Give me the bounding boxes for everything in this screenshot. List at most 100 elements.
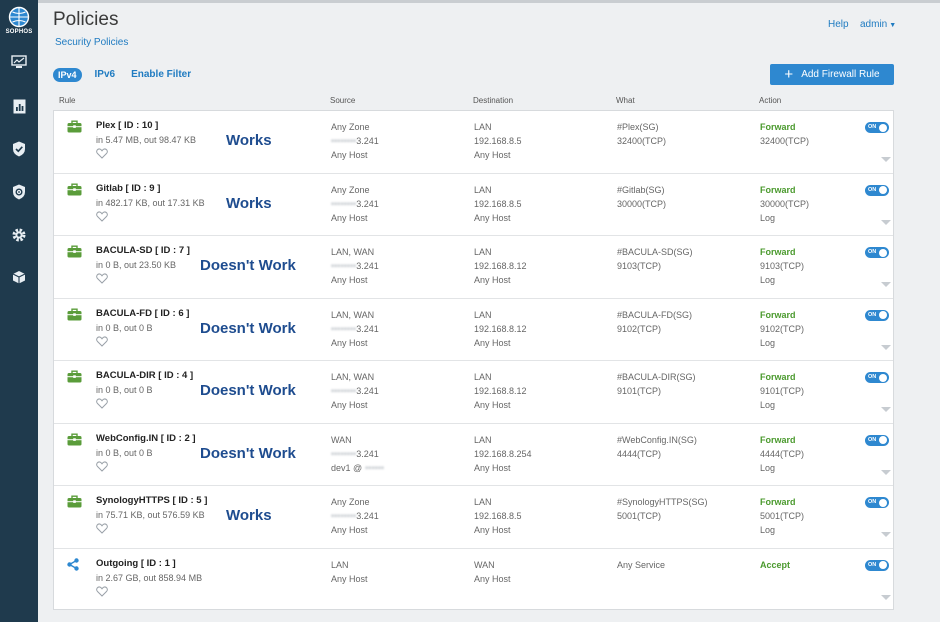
rule-status-annotation: Works — [226, 507, 272, 524]
expand-row-icon[interactable] — [881, 219, 891, 225]
briefcase-icon[interactable] — [67, 495, 82, 513]
rule-status-annotation: Doesn't Work — [200, 319, 296, 337]
destination-line: 192.168.8.5 — [474, 511, 522, 521]
rule-enabled-toggle[interactable]: ON — [865, 559, 889, 571]
rule-name[interactable]: WebConfig.IN [ ID : 2 ] — [96, 433, 196, 444]
rule-traffic: in 0 B, out 23.50 KB — [96, 260, 177, 270]
column-header-what[interactable]: What — [616, 96, 635, 105]
heart-icon[interactable] — [96, 210, 108, 222]
rule-traffic: in 0 B, out 0 B — [96, 322, 153, 333]
shield-gear-icon — [13, 184, 25, 200]
rule-enabled-toggle[interactable]: ON — [865, 247, 889, 258]
rule-row[interactable]: WebConfig.IN [ ID : 2 ] in 0 B, out 0 B … — [54, 424, 893, 486]
rule-name[interactable]: BACULA-SD [ ID : 7 ] — [96, 245, 190, 256]
help-link[interactable]: Help — [828, 19, 849, 30]
column-header-destination[interactable]: Destination — [473, 96, 513, 105]
sophos-logo[interactable]: SOPHOS — [0, 6, 38, 42]
briefcase-icon[interactable] — [67, 370, 82, 388]
sidebar-item-packages[interactable] — [0, 263, 38, 291]
page-title: Policies — [53, 9, 119, 30]
briefcase-icon[interactable] — [67, 120, 82, 138]
expand-row-icon[interactable] — [881, 407, 891, 412]
heart-icon[interactable] — [96, 460, 108, 472]
briefcase-icon[interactable] — [67, 308, 82, 326]
source-line: ••••••••3.241 — [331, 384, 379, 398]
redacted-text: •••••••• — [331, 136, 357, 146]
briefcase-icon[interactable] — [67, 245, 82, 263]
what-line: #Gitlab(SG) — [617, 184, 665, 195]
expand-row-icon[interactable] — [881, 594, 891, 600]
rule-enabled-toggle[interactable]: ON — [865, 122, 889, 133]
rule-name[interactable]: BACULA-DIR [ ID : 4 ] — [96, 370, 193, 381]
rule-action: Forward 9102(TCP) Log — [760, 308, 804, 350]
heart-icon[interactable] — [96, 585, 108, 597]
expand-row-icon[interactable] — [881, 157, 891, 162]
toggle-knob — [879, 248, 887, 257]
rule-row[interactable]: Plex [ ID : 10 ] in 5.47 MB, out 98.47 K… — [54, 111, 893, 174]
toggle-knob — [879, 373, 887, 382]
rule-row[interactable]: Gitlab [ ID : 9 ] in 482.17 KB, out 17.3… — [54, 174, 893, 236]
rule-name[interactable]: Plex [ ID : 10 ] — [96, 120, 158, 131]
action-line: Forward — [760, 247, 796, 257]
expand-row-icon[interactable] — [881, 532, 891, 537]
rule-source: Any Zone ••••••••3.241 Any Host — [331, 120, 379, 162]
rule-name[interactable]: Outgoing [ ID : 1 ] — [96, 558, 176, 569]
sidebar-item-monitor[interactable] — [0, 48, 38, 76]
what-line: #BACULA-SD(SG) — [617, 247, 693, 257]
destination-line: 192.168.8.12 — [474, 261, 527, 271]
rule-row[interactable]: BACULA-DIR [ ID : 4 ] in 0 B, out 0 B Do… — [54, 361, 893, 424]
heart-icon[interactable] — [96, 273, 108, 284]
briefcase-icon[interactable] — [67, 433, 82, 451]
rule-enabled-toggle[interactable]: ON — [865, 184, 889, 196]
what-line: 9102(TCP) — [617, 323, 662, 334]
column-header-source[interactable]: Source — [330, 96, 355, 105]
rule-enabled-toggle[interactable]: ON — [865, 497, 889, 508]
what-line: 30000(TCP) — [617, 198, 667, 209]
admin-menu[interactable]: admin ▼ — [860, 19, 896, 30]
destination-line: WAN — [474, 559, 495, 570]
column-header-rule[interactable]: Rule — [59, 96, 75, 105]
rule-enabled-toggle[interactable]: ON — [865, 434, 889, 446]
source-line: Any Host — [331, 573, 368, 584]
rule-name[interactable]: BACULA-FD [ ID : 6 ] — [96, 308, 189, 319]
heart-icon[interactable] — [96, 523, 108, 534]
toggle-label: ON — [868, 561, 877, 568]
sidebar-item-configure[interactable] — [0, 178, 38, 206]
rule-name[interactable]: Gitlab [ ID : 9 ] — [96, 183, 160, 194]
breadcrumb[interactable]: Security Policies — [55, 37, 128, 48]
rule-row[interactable]: Outgoing [ ID : 1 ] in 2.67 GB, out 858.… — [54, 549, 893, 612]
share-icon[interactable] — [67, 557, 79, 576]
heart-icon[interactable] — [96, 148, 108, 159]
tab-ipv6[interactable]: IPv6 — [95, 69, 116, 80]
expand-row-icon[interactable] — [881, 469, 891, 475]
redacted-text: •••••••• — [331, 511, 357, 521]
action-line: Forward — [760, 309, 796, 320]
sidebar-item-system[interactable] — [0, 221, 38, 249]
rule-row[interactable]: BACULA-SD [ ID : 7 ] in 0 B, out 23.50 K… — [54, 236, 893, 299]
what-line: 9103(TCP) — [617, 261, 662, 271]
destination-line: Any Host — [474, 573, 511, 584]
enable-filter-link[interactable]: Enable Filter — [131, 69, 191, 80]
sidebar-item-protect[interactable] — [0, 135, 38, 163]
destination-line: 192.168.8.254 — [474, 448, 532, 459]
action-line: Log — [760, 212, 776, 223]
shield-check-icon — [13, 141, 25, 157]
rule-row[interactable]: SynologyHTTPS [ ID : 5 ] in 75.71 KB, ou… — [54, 486, 893, 549]
rule-enabled-toggle[interactable]: ON — [865, 372, 889, 383]
expand-row-icon[interactable] — [881, 282, 891, 287]
briefcase-icon[interactable] — [67, 183, 82, 201]
column-header-action[interactable]: Action — [759, 96, 781, 105]
rule-enabled-toggle[interactable]: ON — [865, 309, 889, 321]
sidebar-item-reports[interactable] — [0, 92, 38, 120]
rule-row[interactable]: BACULA-FD [ ID : 6 ] in 0 B, out 0 B Doe… — [54, 299, 893, 361]
tab-ipv4[interactable]: IPv4 — [53, 67, 82, 82]
heart-icon[interactable] — [96, 398, 108, 409]
expand-row-icon[interactable] — [881, 344, 891, 350]
what-line: #BACULA-FD(SG) — [617, 309, 693, 320]
destination-line: 192.168.8.12 — [474, 386, 527, 396]
add-firewall-rule-button[interactable]: + Add Firewall Rule — [770, 64, 894, 85]
rule-name[interactable]: SynologyHTTPS [ ID : 5 ] — [96, 495, 207, 506]
redacted-text: •••••••• — [331, 198, 357, 209]
redacted-text: •••••••• — [331, 261, 357, 271]
heart-icon[interactable] — [96, 335, 108, 347]
